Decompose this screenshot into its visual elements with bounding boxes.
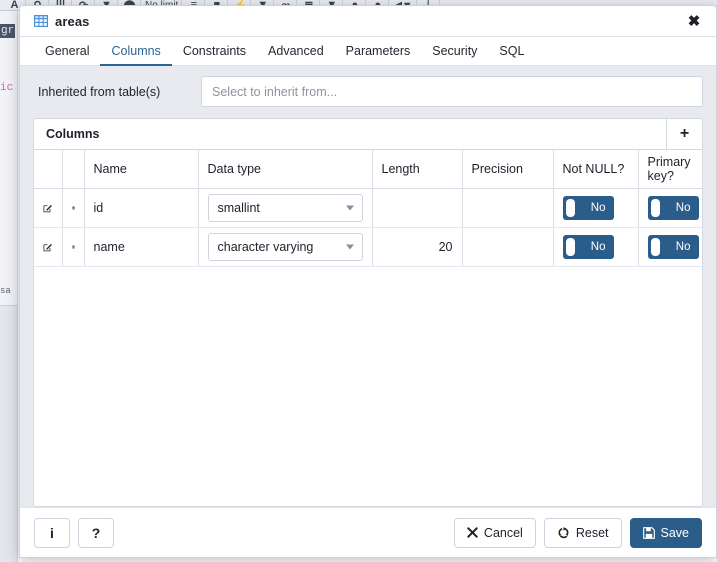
edit-icon[interactable] <box>43 228 53 266</box>
header-name: Name <box>84 150 199 189</box>
reset-button-label: Reset <box>575 525 609 540</box>
row-length <box>372 188 463 228</box>
info-button[interactable]: i <box>34 517 70 548</box>
tab-security[interactable]: Security <box>421 37 488 66</box>
row-not-null-cell: No <box>553 227 639 267</box>
save-button-label: Save <box>660 525 690 540</box>
tab-columns[interactable]: Columns <box>100 37 172 66</box>
data-type-value: character varying <box>217 239 314 254</box>
data-type-value: smallint <box>217 200 260 215</box>
question-icon: ? <box>91 524 101 541</box>
header-delete-col <box>62 150 85 189</box>
dialog-footer: i ? Cancel Reset Save <box>20 507 716 557</box>
tab-constraints[interactable]: Constraints <box>172 37 257 66</box>
header-edit-col <box>34 150 63 189</box>
cancel-button[interactable]: Cancel <box>453 517 536 548</box>
table-properties-dialog: areas ✖ General Columns Constraints Adva… <box>19 5 717 558</box>
dialog-tabbar: General Columns Constraints Advanced Par… <box>20 37 716 66</box>
inherited-from-tables-row: Inherited from table(s) Select to inheri… <box>33 76 703 107</box>
trash-icon[interactable] <box>71 228 75 266</box>
primary-key-toggle[interactable]: No <box>647 195 699 220</box>
info-icon: i <box>50 524 54 541</box>
not-null-toggle-label: No <box>590 201 606 214</box>
edit-icon[interactable] <box>43 189 53 227</box>
inherited-from-tables-select[interactable]: Select to inherit from... <box>201 76 703 107</box>
not-null-toggle[interactable]: No <box>562 234 614 259</box>
tab-advanced[interactable]: Advanced <box>257 37 335 66</box>
trash-icon[interactable] <box>71 189 75 227</box>
header-data-type: Data type <box>198 150 373 189</box>
row-data-type-cell: character varying <box>198 227 373 267</box>
toggle-knob <box>650 237 660 256</box>
toggle-knob <box>650 198 660 217</box>
reset-button[interactable]: Reset <box>543 517 622 548</box>
dialog-titlebar: areas ✖ <box>20 6 716 37</box>
x-icon <box>467 527 478 538</box>
row-delete-cell[interactable] <box>62 188 85 228</box>
header-not-null: Not NULL? <box>553 150 639 189</box>
row-length[interactable]: 20 <box>372 227 463 267</box>
chevron-down-icon <box>345 244 354 249</box>
save-icon <box>642 526 655 539</box>
background-text-fragment-sa: sa <box>0 286 11 296</box>
columns-panel-header: Columns + <box>34 119 702 150</box>
header-primary-key: Primary key? <box>638 150 702 189</box>
table-icon <box>34 14 48 28</box>
help-button[interactable]: ? <box>78 517 114 548</box>
table-row: name character varying 20 No No <box>34 227 702 267</box>
row-edit-cell[interactable] <box>34 227 63 267</box>
data-type-select[interactable]: character varying <box>207 232 363 261</box>
columns-panel: Columns + Name Data type Length Precisio… <box>33 118 703 507</box>
columns-grid-header-row: Name Data type Length Precision Not NULL… <box>34 150 702 189</box>
dialog-title-group: areas <box>34 14 89 29</box>
row-data-type-cell: smallint <box>198 188 373 228</box>
inherited-from-tables-label: Inherited from table(s) <box>38 84 161 99</box>
primary-key-toggle-label: No <box>675 201 691 214</box>
toggle-knob <box>565 198 575 217</box>
row-name[interactable]: id <box>84 188 199 228</box>
row-delete-cell[interactable] <box>62 227 85 267</box>
row-name[interactable]: name <box>84 227 199 267</box>
tab-general[interactable]: General <box>34 37 100 66</box>
background-text-fragment-gr: gr <box>0 24 16 38</box>
row-precision <box>462 188 554 228</box>
table-row: id smallint No No <box>34 188 702 228</box>
chevron-down-icon <box>345 205 354 210</box>
tab-sql[interactable]: SQL <box>488 37 535 66</box>
row-primary-key-cell: No <box>638 188 702 228</box>
background-panel-lower <box>0 305 18 562</box>
row-precision <box>462 227 554 267</box>
primary-key-toggle[interactable]: No <box>647 234 699 259</box>
refresh-icon <box>557 526 570 539</box>
header-length: Length <box>372 150 463 189</box>
dialog-title: areas <box>55 13 90 29</box>
tab-parameters[interactable]: Parameters <box>335 37 422 66</box>
cancel-button-label: Cancel <box>483 525 523 540</box>
background-text-fragment-ic: ic <box>0 82 14 94</box>
data-type-select[interactable]: smallint <box>207 193 363 222</box>
inherited-from-tables-placeholder: Select to inherit from... <box>212 84 338 99</box>
row-edit-cell[interactable] <box>34 188 63 228</box>
not-null-toggle[interactable]: No <box>562 195 614 220</box>
plus-icon[interactable]: + <box>666 119 702 149</box>
not-null-toggle-label: No <box>590 240 606 253</box>
dialog-body: Inherited from table(s) Select to inheri… <box>20 66 716 507</box>
columns-grid: Name Data type Length Precision Not NULL… <box>34 150 702 267</box>
save-button[interactable]: Save <box>629 517 702 548</box>
header-precision: Precision <box>462 150 554 189</box>
row-primary-key-cell: No <box>638 227 702 267</box>
close-icon[interactable]: ✖ <box>684 11 704 31</box>
toggle-knob <box>565 237 575 256</box>
columns-panel-title: Columns <box>46 127 100 141</box>
row-not-null-cell: No <box>553 188 639 228</box>
primary-key-toggle-label: No <box>675 240 691 253</box>
